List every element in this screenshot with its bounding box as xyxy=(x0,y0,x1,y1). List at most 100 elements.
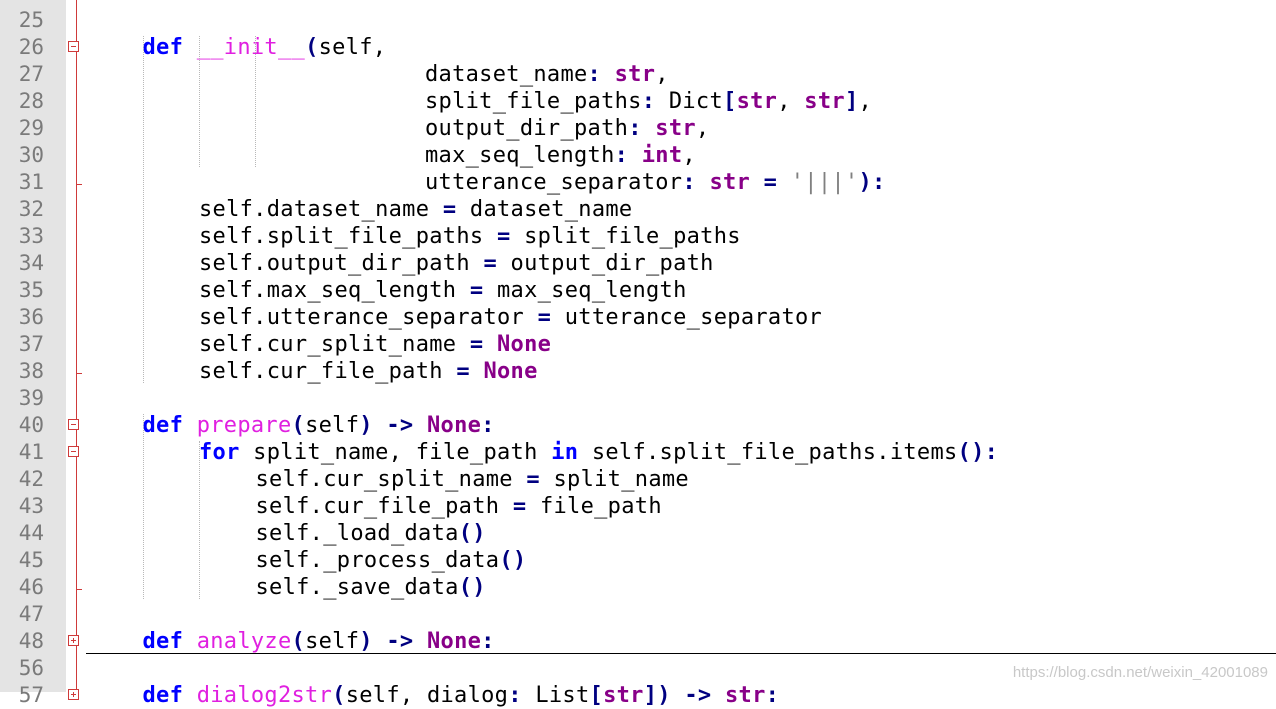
code-token: () xyxy=(499,548,527,573)
code-text: split_file_paths: Dict[str, str], xyxy=(425,88,872,115)
code-token: (): xyxy=(957,440,999,465)
line-number: 31 xyxy=(18,170,44,194)
line-number: 29 xyxy=(18,116,44,140)
code-line[interactable]: 27 dataset_name: str, xyxy=(19,59,1276,87)
code-token: def xyxy=(142,413,184,438)
line-number: 48 xyxy=(18,629,44,653)
code-line[interactable]: 44 self._load_data() xyxy=(19,518,1276,547)
code-text: self.cur_split_name = split_name xyxy=(256,466,689,493)
code-token: = xyxy=(499,494,540,519)
line-number: 46 xyxy=(18,575,44,599)
code-line[interactable]: 46 self._save_data() xyxy=(19,572,1276,601)
code-line[interactable]: 25 xyxy=(19,5,1276,32)
line-number: 43 xyxy=(18,494,44,518)
code-editor[interactable]: 25 26 def __init__(self, 27 dataset_name: st… xyxy=(19,0,1276,708)
code-token: () xyxy=(458,521,486,546)
code-line[interactable]: 47 xyxy=(19,599,1276,626)
code-token: str xyxy=(804,89,845,114)
code-line[interactable]: 45 self._process_data() xyxy=(19,545,1276,573)
code-token: ( xyxy=(291,629,306,654)
code-token: self.max_seq_length xyxy=(199,278,457,303)
code-token: '|||' xyxy=(790,170,859,195)
code-text: self.split_file_paths = split_file_paths xyxy=(199,223,741,250)
indent-guide xyxy=(199,441,200,599)
code-token: None xyxy=(426,629,482,654)
code-token: -> xyxy=(670,683,725,708)
code-line[interactable]: 28 split_file_paths: Dict[str, str], xyxy=(19,86,1276,115)
code-line[interactable]: 39 xyxy=(19,383,1276,410)
code-text: self.cur_file_path = file_path xyxy=(256,493,662,520)
code-token: str xyxy=(655,116,696,141)
code-token: ) xyxy=(359,413,373,438)
code-line[interactable]: 40 def prepare(self) -> None: xyxy=(19,410,1276,439)
code-token: self xyxy=(305,413,360,438)
code-text: def prepare(self) -> None: xyxy=(143,412,495,439)
code-token: dataset_name xyxy=(469,197,633,222)
code-text: self.cur_split_name = None xyxy=(199,331,551,358)
code-text: self._save_data() xyxy=(256,574,486,601)
code-token: () xyxy=(458,575,486,600)
code-token: : xyxy=(682,170,710,195)
line-number: 32 xyxy=(18,197,44,221)
code-token: ( xyxy=(305,35,319,60)
code-token: = xyxy=(442,359,484,384)
line-number: 33 xyxy=(18,224,44,248)
code-token: ( xyxy=(332,683,346,708)
expand-fold-icon[interactable] xyxy=(68,689,79,700)
code-line[interactable]: 35 self.max_seq_length = max_seq_length xyxy=(19,275,1276,303)
code-token: None xyxy=(497,332,552,357)
code-token: = xyxy=(750,170,791,195)
fold-end-marker xyxy=(76,589,82,590)
code-token: self._load_data xyxy=(255,521,459,546)
code-token: -> xyxy=(372,629,427,654)
collapse-fold-icon[interactable] xyxy=(68,419,79,430)
code-token: prepare xyxy=(196,413,292,438)
code-token: : xyxy=(765,683,780,708)
code-text: def dialog2str(self, dialog: List[str]) … xyxy=(143,682,780,709)
code-line[interactable]: 41 for split_name, file_path in self.spli… xyxy=(19,437,1276,466)
code-line[interactable]: 33 self.split_file_paths = split_file_pat… xyxy=(19,221,1276,250)
code-token: max_seq_length xyxy=(425,143,615,168)
collapse-fold-icon[interactable] xyxy=(68,446,79,457)
code-line[interactable]: 43 self.cur_file_path = file_path xyxy=(19,491,1276,520)
code-line[interactable]: 34 self.output_dir_path = output_dir_path xyxy=(19,248,1276,277)
indent-guide xyxy=(255,36,256,167)
line-number: 35 xyxy=(18,278,44,302)
code-token: utterance_separator xyxy=(564,305,823,330)
expand-fold-icon[interactable] xyxy=(68,635,79,646)
code-token: self.utterance_separator xyxy=(199,305,525,330)
code-text: self.output_dir_path = output_dir_path xyxy=(199,250,714,277)
code-line[interactable]: 29 output_dir_path: str, xyxy=(19,113,1276,141)
code-token: self.cur_file_path xyxy=(199,359,443,384)
code-token: = xyxy=(524,305,565,330)
code-line[interactable]: 30 max_seq_length: int, xyxy=(19,140,1276,169)
code-token: def xyxy=(142,35,184,60)
code-token: = xyxy=(483,224,525,249)
code-text: max_seq_length: int, xyxy=(425,142,696,169)
code-text: for split_name, file_path in self.split_… xyxy=(199,439,998,466)
line-number: 27 xyxy=(18,62,44,86)
code-token: = xyxy=(512,467,554,492)
code-line[interactable]: 38 self.cur_file_path = None xyxy=(19,356,1276,384)
code-token: file_path xyxy=(539,494,662,519)
code-text: self._load_data() xyxy=(256,520,486,547)
line-number: 57 xyxy=(18,683,44,707)
code-line[interactable]: 37 self.cur_split_name = None xyxy=(19,329,1276,358)
collapse-fold-icon[interactable] xyxy=(68,41,79,52)
indent-guide xyxy=(143,36,144,383)
code-token: str xyxy=(709,170,751,195)
code-line[interactable]: 42 self.cur_split_name = split_name xyxy=(19,464,1276,493)
code-token: : xyxy=(641,89,669,114)
code-line[interactable]: 48 def analyze(self) -> None: xyxy=(19,626,1276,654)
code-line[interactable]: 57 def dialog2str(self, dialog: List[str]… xyxy=(19,680,1276,709)
code-token: ( xyxy=(291,413,306,438)
code-line[interactable]: 26 def __init__(self, xyxy=(19,32,1276,60)
code-token: def xyxy=(142,683,184,708)
code-line[interactable]: 31 utterance_separator: str = '|||'): xyxy=(19,167,1276,195)
code-line[interactable]: 36 self.utterance_separator = utterance_s… xyxy=(19,302,1276,330)
code-line[interactable]: 32 self.dataset_name = dataset_name xyxy=(19,194,1276,222)
code-token: -> xyxy=(372,413,427,438)
line-number: 36 xyxy=(18,305,44,329)
